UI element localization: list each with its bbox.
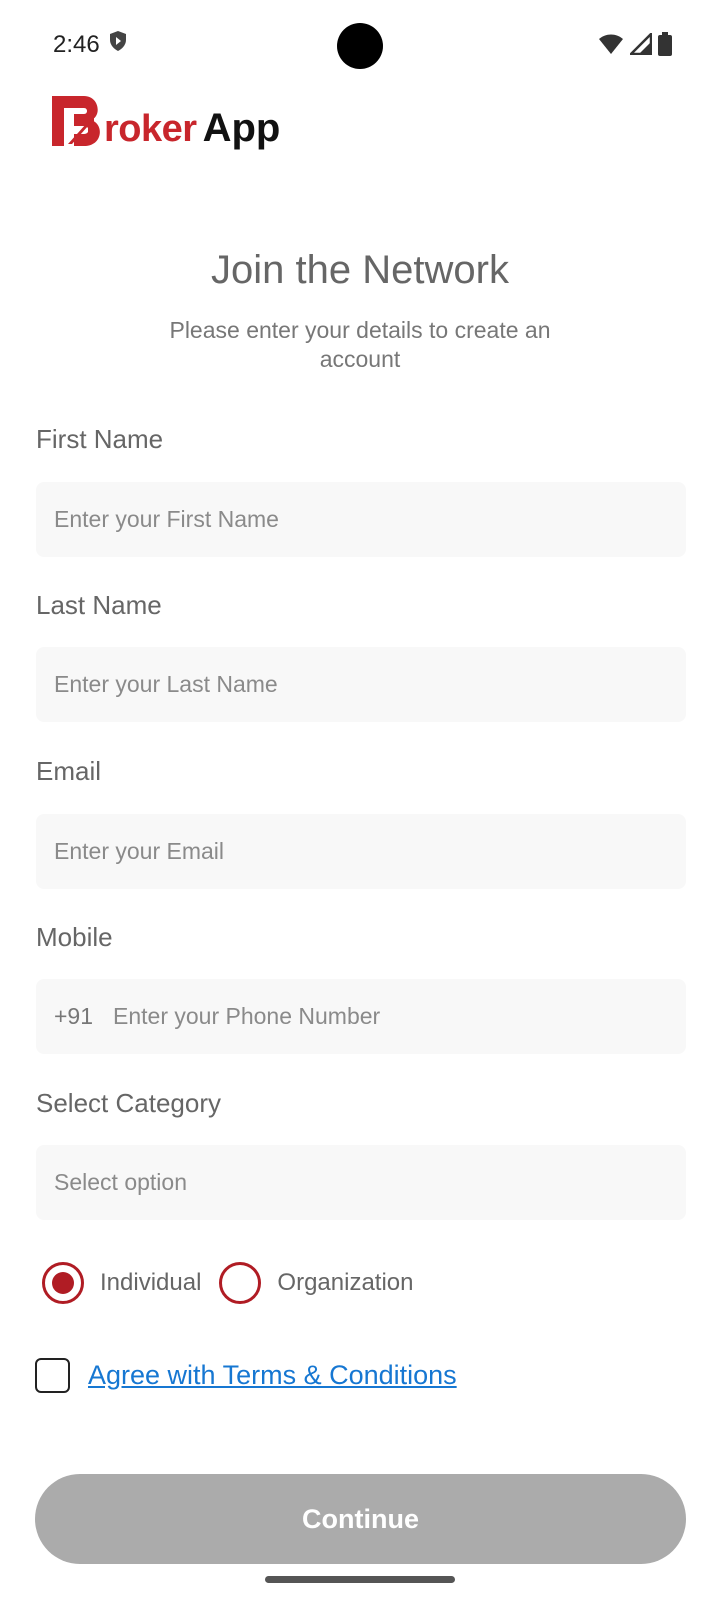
phone-input[interactable]	[113, 979, 686, 1054]
shield-icon	[108, 30, 128, 59]
mobile-label: Mobile	[36, 922, 113, 952]
terms-row: Agree with Terms & Conditions	[35, 1358, 457, 1393]
last-name-label: Last Name	[36, 590, 162, 620]
terms-link[interactable]: Agree with Terms & Conditions	[88, 1360, 457, 1391]
first-name-label: First Name	[36, 424, 164, 454]
app-logo: roker App	[50, 88, 280, 148]
email-field-container	[36, 814, 686, 889]
radio-organization[interactable]	[219, 1262, 262, 1304]
first-name-field-container	[36, 482, 686, 557]
last-name-field-container	[36, 647, 686, 722]
home-indicator[interactable]	[265, 1576, 455, 1583]
terms-checkbox[interactable]	[35, 1358, 70, 1393]
logo-text-app: App	[202, 106, 281, 150]
battery-icon	[658, 32, 672, 61]
logo-text-broker: roker	[104, 108, 197, 150]
wifi-icon	[598, 33, 624, 60]
category-label: Select Category	[36, 1088, 221, 1118]
radio-selected-dot	[52, 1272, 74, 1294]
radio-individual[interactable]	[42, 1262, 84, 1304]
status-time: 2:46	[53, 30, 128, 59]
page-title: Join the Network	[211, 248, 509, 292]
mobile-field-container: +91	[36, 979, 686, 1054]
category-select[interactable]: Select option	[36, 1145, 686, 1220]
logo-arrow-icon	[50, 94, 106, 148]
clock: 2:46	[53, 30, 100, 58]
account-type-radio-group: Individual Organization	[42, 1262, 431, 1304]
email-label: Email	[36, 756, 102, 786]
status-icons	[598, 30, 672, 61]
camera-cutout	[337, 23, 383, 69]
radio-organization-label[interactable]: Organization	[277, 1269, 413, 1297]
radio-individual-label[interactable]: Individual	[100, 1269, 201, 1297]
email-input[interactable]	[54, 814, 686, 889]
country-code-prefix: +91	[54, 1003, 94, 1029]
continue-button[interactable]: Continue	[35, 1474, 686, 1564]
first-name-input[interactable]	[54, 482, 686, 557]
status-bar: 2:46	[0, 0, 720, 90]
page-subtitle: Please enter your details to create an a…	[169, 317, 551, 372]
category-select-value: Select option	[54, 1169, 187, 1195]
signal-icon	[627, 30, 653, 60]
last-name-input[interactable]	[54, 647, 686, 722]
